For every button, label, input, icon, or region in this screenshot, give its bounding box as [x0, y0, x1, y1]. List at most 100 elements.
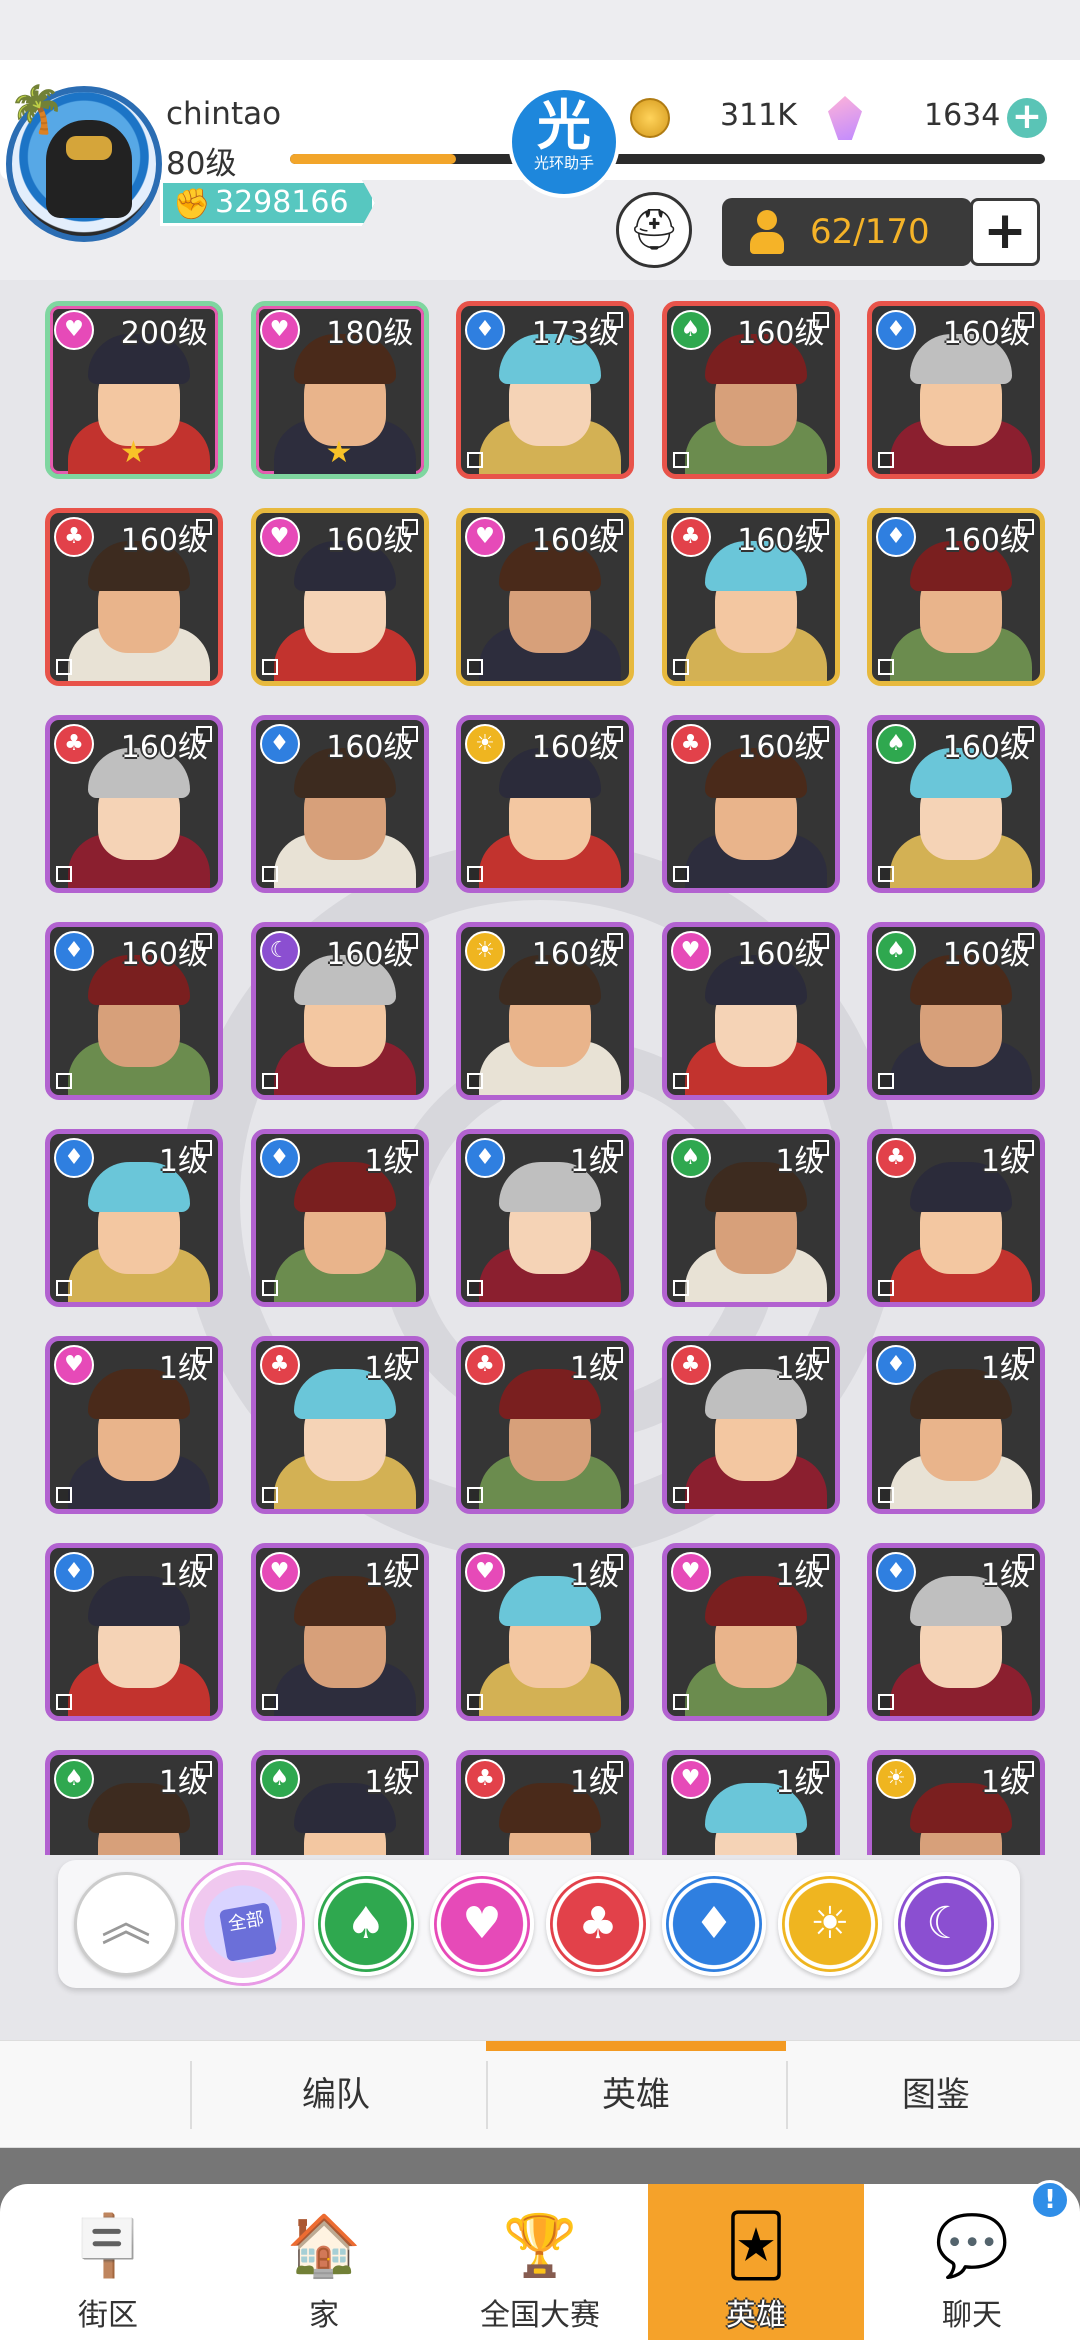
- corner-frame-icon: [607, 1346, 623, 1363]
- hero-card[interactable]: ♥ 160级: [250, 507, 429, 686]
- corner-frame-icon: [607, 725, 623, 742]
- hero-card[interactable]: ♠ 1级: [661, 1128, 840, 1307]
- hero-level: 160级: [737, 522, 825, 558]
- nav-item-hero-cards[interactable]: 🃏 英雄: [648, 2184, 864, 2340]
- nav-item-house[interactable]: 🏠 家: [216, 2184, 432, 2340]
- double-chevron-up-icon: ︽: [101, 1894, 151, 1952]
- hero-card[interactable]: ☾ 160级: [250, 921, 429, 1100]
- diamond-element-icon: ♦: [54, 1137, 94, 1178]
- add-gems-button[interactable]: +: [1007, 98, 1047, 138]
- corner-frame-icon: [1018, 1139, 1034, 1156]
- hero-card[interactable]: ♣ 1级: [456, 1335, 634, 1514]
- corner-frame-icon: [878, 1486, 894, 1503]
- helper-app-logo[interactable]: 光 光环助手: [508, 86, 620, 198]
- corner-frame-icon: [401, 1760, 418, 1777]
- hero-card[interactable]: ♦ 1级: [45, 1128, 223, 1307]
- hero-card[interactable]: ♦ 1级: [250, 1128, 429, 1307]
- diamond-element-icon: ♦: [259, 1137, 300, 1178]
- tab-heroes[interactable]: 英雄: [486, 2041, 786, 2149]
- hero-card[interactable]: ♦ 1级: [867, 1542, 1045, 1721]
- filter-sun-button[interactable]: ☀: [778, 1872, 882, 1976]
- heart-element-icon: ♥: [465, 1551, 505, 1592]
- hero-card[interactable]: ♦ 1级: [456, 1128, 634, 1307]
- filter-all-button[interactable]: 全部: [184, 1865, 302, 1983]
- hero-card[interactable]: ♦ 1级: [45, 1542, 223, 1721]
- hero-card[interactable]: ♥ 160级: [456, 507, 634, 686]
- collapse-filter-button[interactable]: ︽: [74, 1872, 178, 1976]
- person-icon: [750, 210, 784, 254]
- heart-element-icon: ♥: [670, 1758, 711, 1799]
- filter-diamond-button[interactable]: ♦: [662, 1872, 766, 1976]
- hero-card[interactable]: ♣ 160级: [661, 507, 840, 686]
- club-element-icon: ♣: [259, 1344, 300, 1385]
- trophy-icon: 🏆: [502, 2211, 578, 2281]
- corner-frame-icon: [467, 865, 483, 882]
- corner-frame-icon: [401, 932, 418, 949]
- hero-card[interactable]: ♦ 160级: [867, 507, 1045, 686]
- corner-frame-icon: [401, 1553, 418, 1570]
- nav-item-trophy[interactable]: 🏆 全国大赛: [432, 2184, 648, 2340]
- hero-card[interactable]: ♥ 200级 ★: [45, 300, 223, 479]
- hero-card[interactable]: ♥ 1级: [250, 1542, 429, 1721]
- hero-card[interactable]: ♥ 1级: [661, 1542, 840, 1721]
- expand-slots-button[interactable]: +: [970, 198, 1040, 266]
- hero-card[interactable]: ♠ 160级: [661, 300, 840, 479]
- hero-card[interactable]: ☀ 160级: [456, 921, 634, 1100]
- hero-card[interactable]: ♥ 180级 ★: [250, 300, 429, 479]
- corner-frame-icon: [812, 725, 829, 742]
- hero-card[interactable]: ♣ 160级: [661, 714, 840, 893]
- hero-card[interactable]: ♠ 160级: [867, 921, 1045, 1100]
- hero-card[interactable]: ♦ 160级: [250, 714, 429, 893]
- corner-frame-icon: [261, 1279, 278, 1296]
- hero-card[interactable]: ♣ 160级: [45, 507, 223, 686]
- signpost-icon: 🪧: [70, 2211, 146, 2281]
- subtab-bar: 编队 英雄 图鉴: [0, 2040, 1080, 2148]
- corner-frame-icon: [467, 1072, 483, 1089]
- filter-club-button[interactable]: ♣: [546, 1872, 650, 1976]
- hero-card[interactable]: ♦ 173级: [456, 300, 634, 479]
- corner-frame-icon: [1018, 311, 1034, 328]
- hero-card[interactable]: ♣ 1级: [456, 1749, 634, 1855]
- filter-moon-button[interactable]: ☾: [894, 1872, 998, 1976]
- hero-card[interactable]: ☀ 160级: [456, 714, 634, 893]
- corner-frame-icon: [672, 1693, 689, 1710]
- hero-card[interactable]: ♦ 160级: [45, 921, 223, 1100]
- hero-card[interactable]: ♥ 1级: [45, 1335, 223, 1514]
- tab-formation[interactable]: 编队: [186, 2041, 486, 2149]
- hero-card[interactable]: ♥ 1级: [456, 1542, 634, 1721]
- hero-card[interactable]: ♠ 1级: [250, 1749, 429, 1855]
- chat-bubble-icon: 💬: [934, 2211, 1010, 2281]
- corner-frame-icon: [812, 518, 829, 535]
- hero-card[interactable]: ♠ 160级: [867, 714, 1045, 893]
- corner-frame-icon: [812, 1346, 829, 1363]
- helper-logo-text: 光环助手: [533, 154, 594, 172]
- hero-card[interactable]: ♣ 160级: [45, 714, 223, 893]
- corner-frame-icon: [607, 1553, 623, 1570]
- hero-card[interactable]: ♥ 160级: [661, 921, 840, 1100]
- hero-card[interactable]: ♣ 1级: [661, 1335, 840, 1514]
- corner-frame-icon: [812, 932, 829, 949]
- hero-card[interactable]: ♦ 1级: [867, 1335, 1045, 1514]
- sort-button[interactable]: ⛑: [616, 192, 692, 268]
- diamond-element-icon: ♦: [876, 1551, 916, 1592]
- filter-spade-button[interactable]: ♠: [314, 1872, 418, 1976]
- filter-all-label: 全部: [218, 1902, 278, 1962]
- corner-frame-icon: [196, 1760, 212, 1777]
- corner-frame-icon: [56, 1486, 72, 1503]
- hero-card[interactable]: ♥ 1级: [661, 1749, 840, 1855]
- hero-card[interactable]: ♣ 1级: [867, 1128, 1045, 1307]
- filter-heart-button[interactable]: ♥: [430, 1872, 534, 1976]
- hero-card[interactable]: ♠ 1级: [45, 1749, 223, 1855]
- corner-frame-icon: [467, 658, 483, 675]
- corner-frame-icon: [672, 865, 689, 882]
- hero-card[interactable]: ♣ 1级: [250, 1335, 429, 1514]
- hero-card[interactable]: ☀ 1级: [867, 1749, 1045, 1855]
- power-badge: ✊ 3298166: [160, 180, 375, 226]
- power-value: 3298166: [215, 185, 349, 220]
- corner-frame-icon: [56, 865, 72, 882]
- nav-item-signpost[interactable]: 🪧 街区: [0, 2184, 216, 2340]
- club-element-icon: ♣: [54, 723, 94, 764]
- tab-codex[interactable]: 图鉴: [786, 2041, 1080, 2149]
- hero-count: 62/170: [810, 212, 930, 252]
- hero-card[interactable]: ♦ 160级: [867, 300, 1045, 479]
